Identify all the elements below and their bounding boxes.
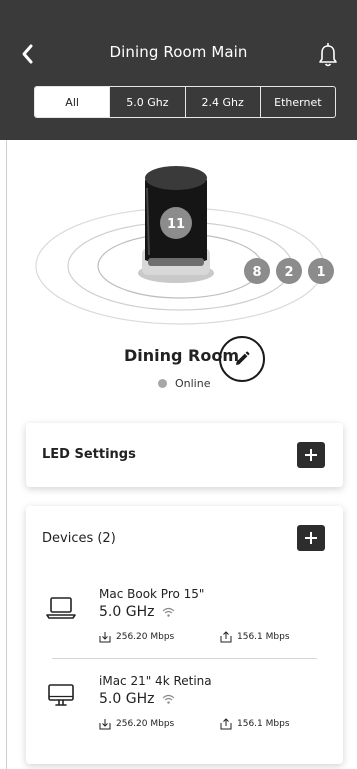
divider — [52, 658, 317, 659]
device-band: 5.0 GHz — [99, 604, 175, 620]
download-value: 256.20 Mbps — [116, 632, 175, 642]
device-band: 5.0 GHz — [99, 691, 175, 707]
upload-icon — [220, 718, 232, 730]
ring-badge-middle: 2 — [276, 258, 302, 284]
plus-icon — [305, 449, 317, 461]
upload-rate: 156.1 Mbps — [220, 631, 290, 643]
download-rate: 256.20 Mbps — [99, 718, 174, 730]
svg-text:1: 1 — [316, 265, 325, 280]
device-row[interactable]: Mac Book Pro 15" 5.0 GHz 256.20 Mbps 156… — [42, 587, 327, 647]
bell-icon[interactable] — [316, 41, 340, 69]
ring-badge-inner: 8 — [244, 258, 270, 284]
node-status: Online — [158, 377, 210, 390]
desktop-icon — [48, 684, 74, 706]
node-illustration: 11 1 2 8 — [35, 166, 334, 325]
status-dot-icon — [158, 379, 167, 388]
wifi-icon — [163, 607, 175, 617]
plus-icon — [305, 532, 317, 544]
devices-title: Devices (2) — [42, 531, 116, 546]
device-name: iMac 21" 4k Retina — [99, 674, 212, 688]
laptop-icon — [46, 597, 76, 619]
tab-5ghz[interactable]: 5.0 Ghz — [109, 87, 184, 117]
tab-2-4ghz[interactable]: 2.4 Ghz — [184, 87, 260, 117]
tab-all[interactable]: All — [35, 87, 110, 117]
band-label: 5.0 GHz — [99, 604, 155, 620]
upload-icon — [220, 631, 232, 643]
led-settings-title: LED Settings — [42, 447, 136, 462]
add-device-button[interactable] — [297, 525, 325, 551]
download-rate: 256.20 Mbps — [99, 631, 174, 643]
svg-text:2: 2 — [284, 265, 293, 280]
header: Dining Room Main All 5.0 Ghz 2.4 Ghz Eth… — [0, 0, 357, 140]
led-settings-add-button[interactable] — [297, 442, 325, 468]
node-count-badge: 11 — [160, 207, 192, 239]
wifi-icon — [163, 694, 175, 704]
device-name: Mac Book Pro 15" — [99, 587, 205, 601]
upload-value: 156.1 Mbps — [237, 632, 290, 642]
download-icon — [99, 632, 111, 643]
ring-badge-outer: 1 — [308, 258, 334, 284]
download-icon — [99, 719, 111, 730]
svg-text:11: 11 — [167, 217, 185, 232]
svg-text:8: 8 — [252, 265, 261, 280]
upload-value: 156.1 Mbps — [237, 719, 290, 729]
edit-name-button[interactable] — [219, 336, 265, 382]
download-value: 256.20 Mbps — [116, 719, 175, 729]
device-row[interactable]: iMac 21" 4k Retina 5.0 GHz 256.20 Mbps 1… — [42, 674, 327, 734]
pencil-icon — [236, 351, 250, 365]
page-title: Dining Room Main — [109, 43, 248, 61]
band-filter: All 5.0 Ghz 2.4 Ghz Ethernet — [34, 86, 336, 118]
upload-rate: 156.1 Mbps — [220, 718, 290, 730]
band-label: 5.0 GHz — [99, 691, 155, 707]
status-label: Online — [175, 377, 211, 390]
tab-ethernet[interactable]: Ethernet — [259, 87, 335, 117]
led-settings-card[interactable]: LED Settings — [26, 423, 343, 487]
devices-card: Devices (2) Mac Book Pro 15" 5.0 GHz 256… — [26, 506, 343, 764]
